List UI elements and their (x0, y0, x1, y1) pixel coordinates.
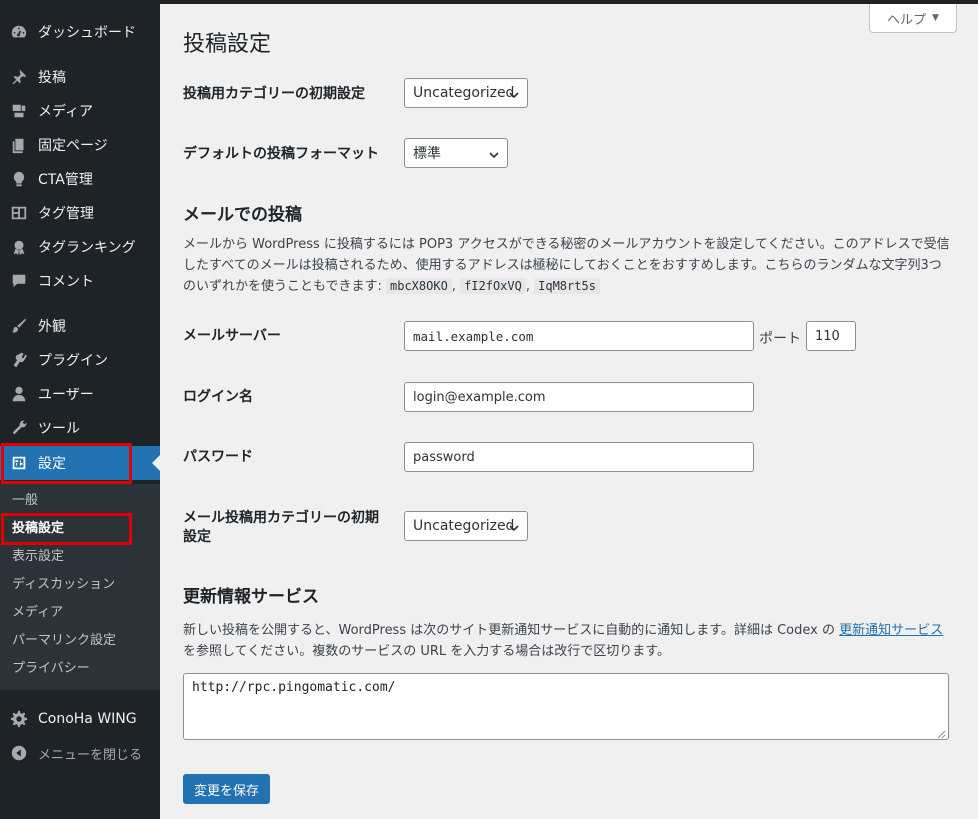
settings-submenu: 一般 投稿設定 表示設定 ディスカッション メディア パーマリンク設定 プライバ… (0, 484, 160, 690)
chevron-down-icon (509, 88, 519, 99)
settings-icon (9, 453, 29, 473)
brush-icon (9, 316, 29, 336)
sidebar-item-settings[interactable]: 設定 (0, 446, 160, 480)
mail-section-description: メールから WordPress に投稿するには POP3 アクセスができる秘密の… (183, 237, 950, 294)
layout-icon (9, 203, 29, 223)
save-changes-button[interactable]: 変更を保存 (183, 774, 270, 804)
page-icon (9, 135, 29, 155)
submenu-item-privacy[interactable]: プライバシー (12, 660, 90, 678)
admin-sidebar: ダッシュボード 投稿 メディア 固定ページ CTA管理 タグ管理 タグランキング… (0, 0, 160, 819)
resize-grip-icon[interactable] (937, 728, 946, 739)
default-category-label: 投稿用カテゴリーの初期設定 (183, 86, 365, 102)
port-label: ポート (759, 331, 801, 347)
submenu-item-reading[interactable]: 表示設定 (12, 548, 64, 566)
sidebar-item-tag-ranking[interactable]: タグランキング (0, 230, 160, 264)
default-format-select[interactable]: 標準 (404, 138, 508, 168)
mail-server-input[interactable]: mail.example.com (404, 321, 754, 351)
lightbulb-icon (9, 169, 29, 189)
caret-down-icon: ▼ (932, 13, 939, 23)
default-format-label: デフォルトの投稿フォーマット (183, 146, 379, 162)
sidebar-item-tools[interactable]: ツール (0, 411, 160, 445)
sidebar-item-dashboard[interactable]: ダッシュボード (0, 15, 160, 49)
sidebar-item-plugins[interactable]: プラグイン (0, 343, 160, 377)
comment-icon (9, 271, 29, 291)
mail-category-select[interactable]: Uncategorized (404, 511, 528, 541)
port-input[interactable]: 110 (806, 321, 856, 351)
submenu-item-media[interactable]: メディア (12, 604, 63, 622)
random-string-code: fI2fOxVQ (460, 278, 526, 294)
chevron-down-icon (509, 521, 519, 532)
dashboard-icon (9, 22, 29, 42)
sidebar-item-pages[interactable]: 固定ページ (0, 128, 160, 162)
sidebar-item-tags[interactable]: タグ管理 (0, 196, 160, 230)
submenu-item-writing[interactable]: 投稿設定 (12, 520, 64, 538)
password-label: パスワード (183, 449, 253, 465)
default-category-select[interactable]: Uncategorized (404, 78, 528, 108)
plugin-icon (9, 350, 29, 370)
update-services-description: 新しい投稿を公開すると、WordPress は次のサイト更新通知サービスに自動的… (183, 623, 944, 659)
media-icon (9, 101, 29, 121)
sidebar-item-appearance[interactable]: 外観 (0, 309, 160, 343)
random-string-code: IqM8rt5s (534, 278, 600, 294)
sidebar-item-posts[interactable]: 投稿 (0, 60, 160, 94)
password-input[interactable]: password (404, 442, 754, 472)
ping-services-textarea[interactable]: http://rpc.pingomatic.com/ (183, 673, 949, 740)
submenu-item-permalink[interactable]: パーマリンク設定 (12, 632, 116, 650)
mail-category-label: メール投稿用カテゴリーの初期 設定 (183, 510, 379, 545)
user-icon (9, 384, 29, 404)
submenu-item-discussion[interactable]: ディスカッション (12, 576, 115, 594)
pin-icon (9, 67, 29, 87)
gear-icon (9, 709, 29, 729)
collapse-menu-button[interactable]: メニューを閉じる (0, 736, 160, 770)
mail-server-label: メールサーバー (183, 328, 281, 344)
wrench-icon (9, 418, 29, 438)
login-name-label: ログイン名 (183, 389, 253, 405)
update-services-heading: 更新情報サービス (183, 587, 319, 607)
collapse-icon (9, 743, 29, 763)
mail-section-heading: メールでの投稿 (183, 205, 302, 225)
chevron-down-icon (489, 148, 499, 159)
login-name-input[interactable]: login@example.com (404, 382, 754, 412)
sidebar-item-cta[interactable]: CTA管理 (0, 162, 160, 196)
page-title: 投稿設定 (183, 32, 272, 57)
random-string-code: mbcX8OKO (386, 278, 452, 294)
sidebar-item-media[interactable]: メディア (0, 94, 160, 128)
award-icon (9, 237, 29, 257)
sidebar-item-conoha[interactable]: ConoHa WING (0, 702, 160, 736)
sidebar-item-comments[interactable]: コメント (0, 264, 160, 298)
update-services-link[interactable]: 更新通知サービス (839, 623, 943, 638)
submenu-item-general[interactable]: 一般 (12, 492, 38, 510)
help-tab-button[interactable]: ヘルプ ▼ (869, 4, 957, 33)
sidebar-item-users[interactable]: ユーザー (0, 377, 160, 411)
